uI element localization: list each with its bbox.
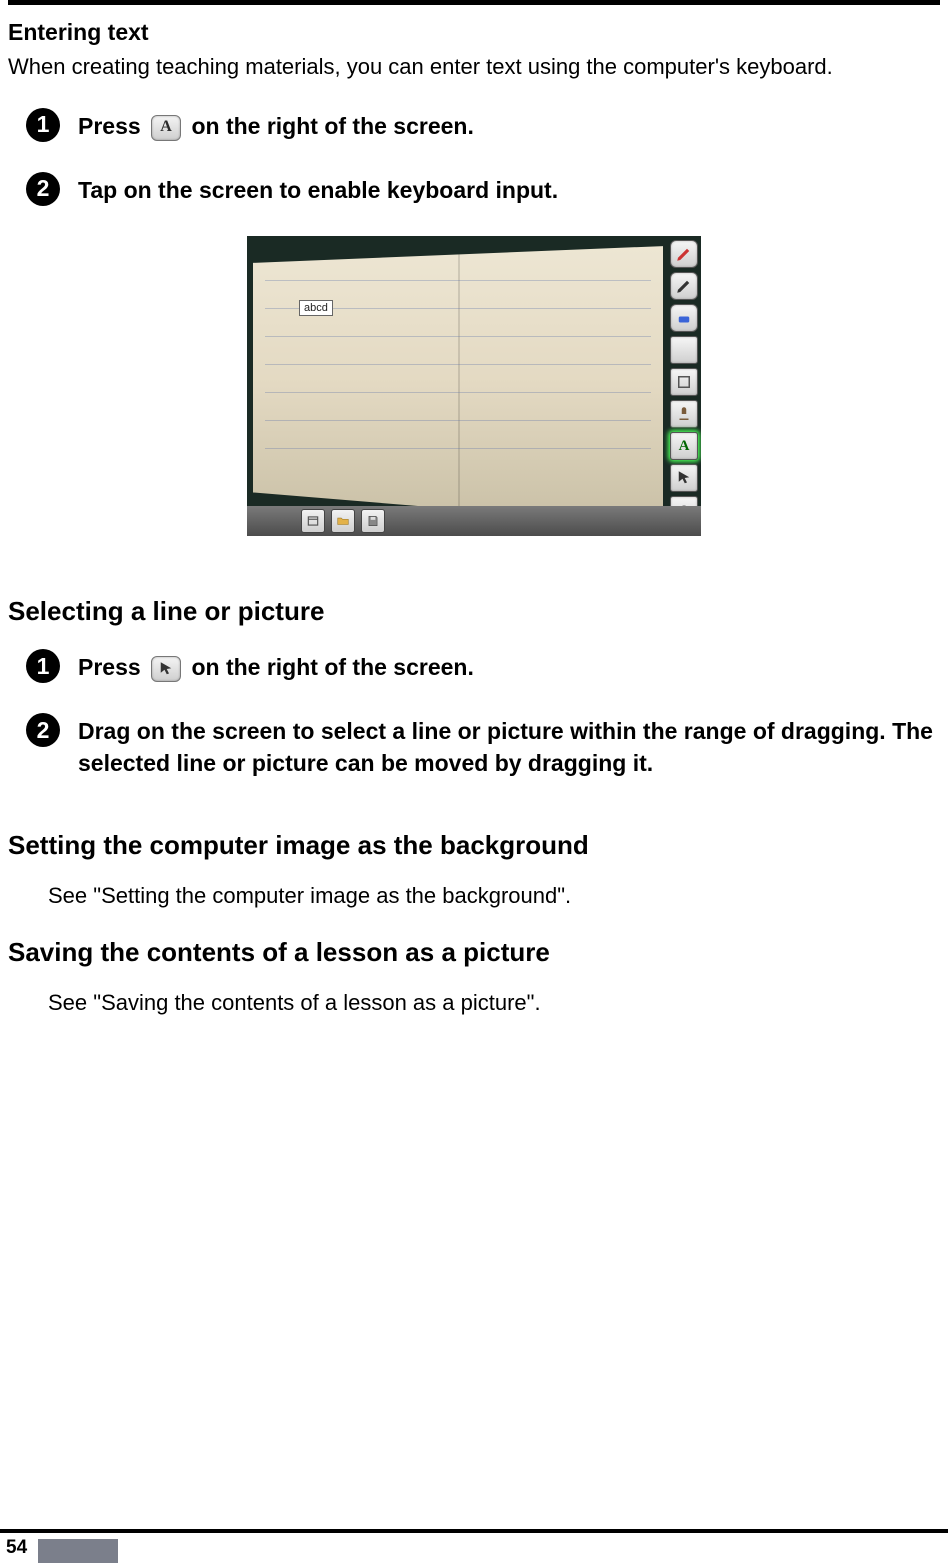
taskbar: [247, 506, 701, 536]
section2-title: Selecting a line or picture: [8, 596, 940, 627]
ruled-line: [265, 392, 650, 393]
section1-intro: When creating teaching materials, you ca…: [8, 52, 940, 82]
step-text: Press on the right of the screen.: [78, 651, 474, 683]
ruled-line: [265, 336, 650, 337]
section3-title: Setting the computer image as the backgr…: [8, 830, 940, 861]
page-footer: 54: [0, 1529, 948, 1563]
manual-page: Entering text When creating teaching mat…: [0, 0, 948, 1563]
stamp-icon[interactable]: [670, 400, 698, 428]
text-input-overlay[interactable]: abcd: [299, 300, 333, 316]
screenshot-figure: abcd A: [8, 236, 940, 536]
cursor-icon[interactable]: [670, 464, 698, 492]
page-number: 54: [6, 1537, 27, 1559]
blank-icon[interactable]: [670, 336, 698, 364]
pen-black-icon[interactable]: [670, 272, 698, 300]
app-screenshot: abcd A: [247, 236, 701, 536]
step-post: on the right of the screen.: [191, 113, 473, 139]
save-icon[interactable]: [361, 509, 385, 533]
ruled-line: [265, 420, 650, 421]
section2-step2: 2 Drag on the screen to select a line or…: [26, 713, 940, 779]
footer-rule: [0, 1529, 948, 1533]
chip-letter: A: [160, 116, 172, 138]
cursor-icon: [157, 660, 175, 678]
text-A-chip: A: [151, 115, 181, 141]
right-toolbar: A ?: [669, 238, 699, 534]
step-badge: 2: [26, 172, 60, 206]
step-badge: 1: [26, 649, 60, 683]
step-pre: Press: [78, 113, 141, 139]
step-badge: 2: [26, 713, 60, 747]
step-text: Tap on the screen to enable keyboard inp…: [78, 174, 558, 206]
notebook-spine: [458, 246, 460, 526]
ruled-line: [265, 364, 650, 365]
pen-red-icon[interactable]: [670, 240, 698, 268]
top-rule: [8, 0, 940, 5]
text-A-icon[interactable]: A: [670, 432, 698, 460]
section2-step1: 1 Press on the right of the screen.: [26, 649, 940, 683]
footer-tab: [38, 1539, 118, 1563]
notebook-background: abcd: [253, 246, 663, 526]
folder-icon[interactable]: [331, 509, 355, 533]
section1-title: Entering text: [8, 19, 940, 46]
section4-title: Saving the contents of a lesson as a pic…: [8, 937, 940, 968]
window-icon[interactable]: [301, 509, 325, 533]
eraser-icon[interactable]: [670, 304, 698, 332]
section3-sub: See "Setting the computer image as the b…: [48, 883, 940, 909]
ruled-line: [265, 448, 650, 449]
section4-sub: See "Saving the contents of a lesson as …: [48, 990, 940, 1016]
cursor-chip: [151, 656, 181, 682]
section1-step1: 1 Press A on the right of the screen.: [26, 108, 940, 142]
shape-icon[interactable]: [670, 368, 698, 396]
step-badge: 1: [26, 108, 60, 142]
step-text: Press A on the right of the screen.: [78, 110, 474, 142]
step-pre: Press: [78, 654, 141, 680]
ruled-line: [265, 280, 650, 281]
step-text: Drag on the screen to select a line or p…: [78, 715, 940, 779]
section1-step2: 2 Tap on the screen to enable keyboard i…: [26, 172, 940, 206]
step-post: on the right of the screen.: [191, 654, 473, 680]
